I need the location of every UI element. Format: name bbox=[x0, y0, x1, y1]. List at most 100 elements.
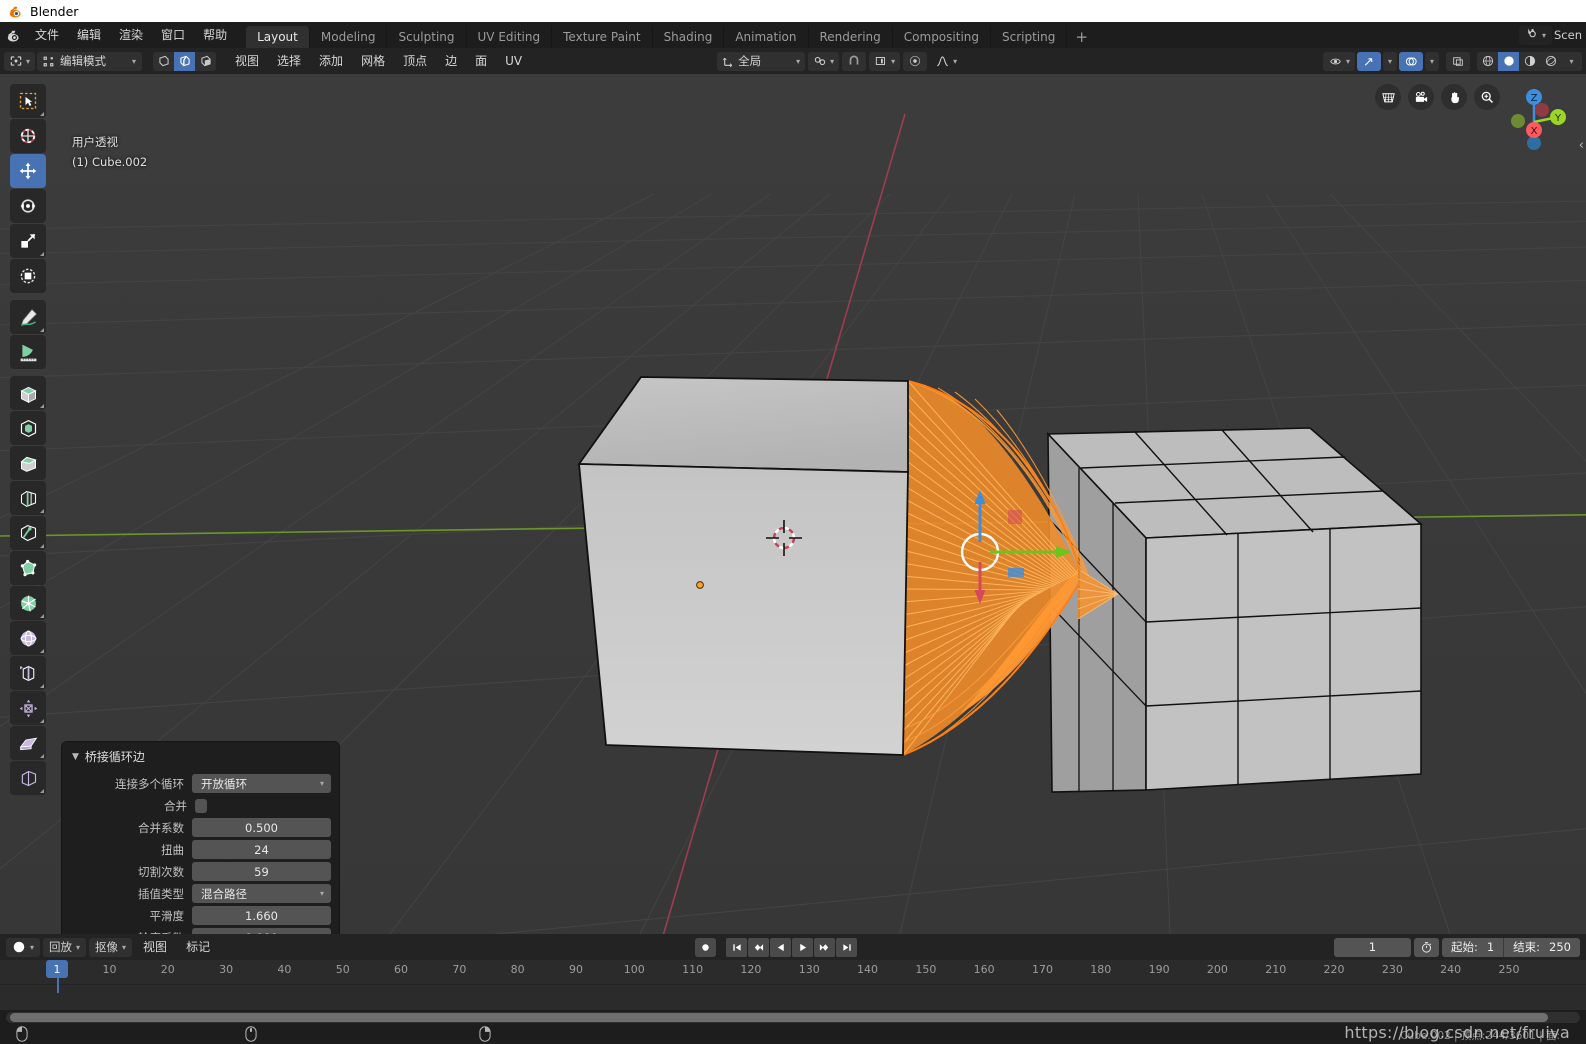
tab-shading[interactable]: Shading bbox=[653, 26, 725, 48]
viewport-menu-face[interactable]: 面 bbox=[467, 51, 495, 71]
play-button[interactable] bbox=[792, 937, 814, 957]
tool-bevel[interactable] bbox=[10, 446, 46, 480]
edge-select-mode-button[interactable] bbox=[174, 51, 196, 71]
record-button[interactable] bbox=[695, 937, 717, 957]
operator-row-profile-factor[interactable]: 轮廓系数 0.000 bbox=[70, 928, 331, 934]
tool-loop-cut[interactable] bbox=[10, 481, 46, 515]
jump-to-start-button[interactable] bbox=[726, 937, 748, 957]
tool-spin[interactable] bbox=[10, 586, 46, 620]
operator-row-connect-loops[interactable]: 连接多个循环 开放循环 ▾ bbox=[70, 774, 331, 793]
operator-row-merge-factor[interactable]: 合并系数 0.500 bbox=[70, 818, 331, 837]
frame-end-field[interactable]: 结束: 250 bbox=[1503, 937, 1580, 957]
tab-texture-paint[interactable]: Texture Paint bbox=[552, 26, 653, 48]
snap-toggle-button[interactable] bbox=[842, 51, 867, 71]
tab-layout[interactable]: Layout bbox=[246, 26, 310, 48]
tool-shear[interactable] bbox=[10, 726, 46, 760]
proportional-editing-toggle[interactable] bbox=[903, 51, 928, 71]
operator-value-interpolation[interactable]: 混合路径 ▾ bbox=[192, 884, 331, 903]
timeline-editor[interactable]: ▾ 回放 ▾ 抠像 ▾ 视图 标记 1 起始: 1 结束: 250 10 20 … bbox=[0, 934, 1586, 1010]
horizontal-scrollbar[interactable] bbox=[6, 1012, 1580, 1023]
operator-value-smoothness[interactable]: 1.660 bbox=[192, 906, 331, 925]
prev-keyframe-button[interactable] bbox=[748, 937, 770, 957]
timeline-menu-playback[interactable]: 回放 ▾ bbox=[43, 937, 87, 957]
tool-knife[interactable] bbox=[10, 516, 46, 550]
add-workspace-button[interactable]: + bbox=[1067, 26, 1096, 48]
tab-sculpting[interactable]: Sculpting bbox=[387, 26, 467, 48]
tab-compositing[interactable]: Compositing bbox=[893, 26, 991, 48]
tool-move[interactable] bbox=[10, 154, 46, 188]
shading-solid-button[interactable] bbox=[1498, 51, 1519, 71]
menu-edit[interactable]: 编辑 bbox=[68, 25, 110, 45]
frame-start-field[interactable]: 起始: 1 bbox=[1442, 938, 1503, 957]
xray-toggle-button[interactable] bbox=[1446, 51, 1470, 71]
viewport-menu-select[interactable]: 选择 bbox=[269, 51, 309, 71]
viewport-menu-uv[interactable]: UV bbox=[497, 51, 530, 71]
next-keyframe-button[interactable] bbox=[814, 937, 836, 957]
tool-cursor[interactable] bbox=[10, 119, 46, 153]
operator-row-number-of-cuts[interactable]: 切割次数 59 bbox=[70, 862, 331, 881]
timeline-menu-view[interactable]: 视图 bbox=[135, 937, 175, 957]
pan-view-button[interactable] bbox=[1441, 84, 1467, 110]
camera-view-button[interactable] bbox=[1408, 84, 1434, 110]
face-select-mode-button[interactable] bbox=[195, 52, 216, 71]
tool-extrude-region[interactable] bbox=[10, 376, 46, 410]
tool-shrink-fatten[interactable] bbox=[10, 691, 46, 725]
axis-navigation-gizmo[interactable]: Y Z X bbox=[1496, 80, 1572, 156]
timeline-menu-keying[interactable]: 抠像 ▾ bbox=[89, 937, 133, 957]
viewport-menu-edge[interactable]: 边 bbox=[437, 51, 465, 71]
interaction-mode-selector[interactable]: 编辑模式 ▾ bbox=[37, 51, 143, 71]
operator-redo-panel[interactable]: ▼ 桥接循环边 连接多个循环 开放循环 ▾ 合并 合并系数 0.500 扭曲 2… bbox=[62, 742, 339, 934]
timeline-ruler[interactable]: 10 20 30 40 50 60 70 80 90 100 110 120 130 140 150 160 1… bbox=[0, 960, 1586, 984]
tab-rendering[interactable]: Rendering bbox=[809, 26, 893, 48]
timeline-track-area[interactable] bbox=[0, 961, 1586, 1010]
menu-help[interactable]: 帮助 bbox=[194, 25, 236, 45]
3d-viewport[interactable]: ▾ 编辑模式 ▾ 视图 选择 添加 网格 顶点 边 面 UV 全局 ▾ ▾ ▾ … bbox=[0, 48, 1586, 934]
menu-render[interactable]: 渲染 bbox=[110, 25, 152, 45]
timeline-menu-marker[interactable]: 标记 bbox=[178, 937, 218, 957]
app-menu-blender-icon[interactable] bbox=[0, 22, 26, 48]
operator-panel-title-row[interactable]: ▼ 桥接循环边 bbox=[70, 748, 331, 765]
tool-measure[interactable] bbox=[10, 335, 46, 369]
tool-scale[interactable] bbox=[10, 224, 46, 258]
menu-file[interactable]: 文件 bbox=[26, 25, 68, 45]
operator-value-merge-factor[interactable]: 0.500 bbox=[192, 818, 331, 837]
timeline-editor-type-button[interactable]: ▾ bbox=[6, 937, 41, 957]
transform-orientation-selector[interactable]: 全局 ▾ bbox=[717, 51, 806, 71]
merge-checkbox[interactable] bbox=[195, 798, 207, 813]
proportional-falloff-selector[interactable]: ▾ bbox=[930, 52, 962, 71]
tool-inset-faces[interactable] bbox=[10, 411, 46, 445]
overlays-options-button[interactable]: ▾ bbox=[1424, 51, 1439, 71]
tool-edge-slide[interactable] bbox=[10, 656, 46, 690]
operator-value-connect-loops[interactable]: 开放循环 ▾ bbox=[192, 774, 331, 793]
tab-scripting[interactable]: Scripting bbox=[991, 26, 1068, 48]
operator-row-merge[interactable]: 合并 bbox=[70, 796, 331, 815]
snap-target-selector[interactable]: ▾ bbox=[869, 51, 901, 71]
operator-value-profile-factor[interactable]: 0.000 bbox=[192, 928, 331, 934]
tab-animation[interactable]: Animation bbox=[724, 26, 809, 48]
playhead-marker[interactable]: 1 bbox=[46, 960, 68, 978]
tool-rotate[interactable] bbox=[10, 189, 46, 223]
jump-to-end-button[interactable] bbox=[836, 937, 858, 957]
tool-transform[interactable] bbox=[10, 259, 46, 293]
toggle-perspective-ortho-button[interactable] bbox=[1375, 84, 1401, 110]
tool-poly-build[interactable] bbox=[10, 551, 46, 585]
sidebar-toggle-button[interactable]: ‹ bbox=[1579, 138, 1584, 153]
gizmo-options-button[interactable]: ▾ bbox=[1382, 51, 1397, 71]
scrollbar-thumb[interactable] bbox=[10, 1013, 1548, 1022]
use-preview-range-button[interactable] bbox=[1413, 937, 1439, 957]
viewport-menu-vertex[interactable]: 顶点 bbox=[395, 51, 435, 71]
vertex-select-mode-button[interactable] bbox=[153, 52, 174, 71]
shading-material-button[interactable] bbox=[1519, 52, 1540, 71]
pivot-point-selector[interactable]: ▾ bbox=[808, 51, 840, 71]
viewport-menu-view[interactable]: 视图 bbox=[227, 51, 267, 71]
tab-modeling[interactable]: Modeling bbox=[310, 26, 388, 48]
tab-uv-editing[interactable]: UV Editing bbox=[467, 26, 553, 48]
play-reverse-button[interactable] bbox=[770, 937, 792, 957]
tool-smooth[interactable] bbox=[10, 621, 46, 655]
scene-selector[interactable]: ▾ bbox=[1518, 25, 1552, 45]
current-frame-field[interactable]: 1 bbox=[1333, 937, 1411, 957]
viewport-menu-mesh[interactable]: 网格 bbox=[353, 51, 393, 71]
operator-value-twist[interactable]: 24 bbox=[192, 840, 331, 859]
tool-tweak[interactable] bbox=[10, 84, 46, 118]
shading-wireframe-button[interactable] bbox=[1477, 52, 1498, 71]
